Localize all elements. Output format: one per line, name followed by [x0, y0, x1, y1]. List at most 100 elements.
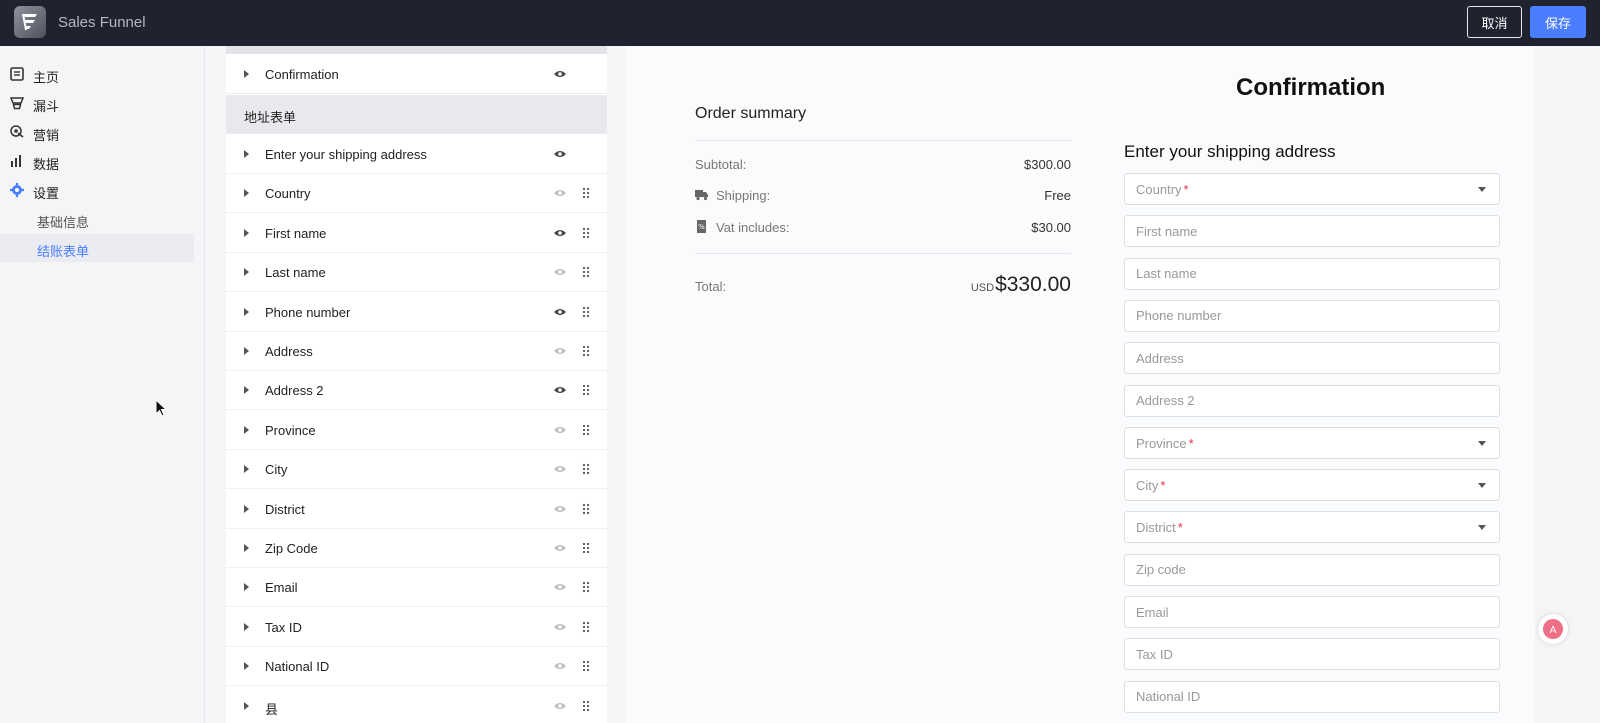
eye-icon[interactable] [553, 69, 567, 79]
eye-icon[interactable] [553, 385, 567, 395]
sidebar: 主页 漏斗 营销 数据 设置 基础信息 结账表单 [0, 46, 205, 723]
chevron-down-icon[interactable] [1478, 440, 1486, 446]
text-input[interactable] [1125, 554, 1499, 585]
select-field[interactable]: Country * [1124, 173, 1500, 205]
required-asterisk: * [1177, 520, 1183, 536]
field-row[interactable]: Province [226, 410, 607, 450]
subtotal-value: $300.00 [1024, 157, 1071, 172]
field-row[interactable]: Tax ID [226, 607, 607, 647]
sidebar-item-home[interactable]: 主页 [0, 60, 200, 88]
caret-right-icon[interactable] [244, 228, 249, 237]
caret-right-icon[interactable] [244, 150, 249, 158]
eye-icon[interactable] [553, 228, 567, 238]
caret-right-icon[interactable] [244, 583, 249, 592]
eye-icon[interactable] [553, 701, 567, 711]
field-row[interactable]: 县 [226, 686, 607, 723]
drag-handle-icon[interactable] [582, 621, 590, 633]
select-field[interactable]: Province * [1124, 426, 1500, 459]
drag-handle-icon[interactable] [582, 266, 590, 278]
text-input[interactable] [1125, 258, 1499, 289]
field-row[interactable]: Phone number [226, 292, 607, 332]
chevron-down-icon[interactable] [1478, 483, 1486, 489]
drag-handle-icon[interactable] [582, 424, 590, 436]
drag-handle-icon[interactable] [582, 306, 590, 318]
drag-handle-icon[interactable] [582, 660, 590, 672]
eye-icon[interactable] [553, 661, 567, 671]
field-row-label: National ID [265, 659, 330, 675]
field-row-label: Country [265, 186, 311, 202]
svg-text:%: % [698, 223, 705, 231]
eye-icon[interactable] [553, 543, 567, 553]
sidebar-item-funnel[interactable]: 漏斗 [0, 89, 200, 117]
field-row-confirmation[interactable]: Confirmation [226, 55, 607, 94]
field-row[interactable]: Address 2 [226, 371, 607, 411]
text-input[interactable] [1125, 216, 1499, 247]
caret-right-icon[interactable] [244, 662, 249, 671]
select-field[interactable]: City * [1124, 469, 1500, 502]
sidebar-item-marketing[interactable]: 营销 [0, 118, 200, 146]
text-input[interactable] [1125, 300, 1499, 331]
select-field[interactable]: District * [1124, 511, 1500, 544]
caret-right-icon[interactable] [244, 425, 249, 434]
drag-handle-icon[interactable] [582, 503, 590, 515]
eye-icon[interactable] [553, 464, 567, 474]
sidebar-subitem-basic-info[interactable]: 基础信息 [0, 205, 194, 233]
eye-icon[interactable] [553, 267, 567, 277]
sidebar-item-data[interactable]: 数据 [0, 147, 200, 175]
text-input[interactable] [1125, 343, 1499, 374]
caret-right-icon[interactable] [244, 504, 249, 513]
drag-handle-icon[interactable] [582, 187, 590, 199]
eye-icon[interactable] [553, 188, 567, 198]
order-summary-title: Order summary [695, 105, 807, 122]
caret-right-icon[interactable] [244, 70, 249, 78]
text-input[interactable] [1125, 385, 1499, 416]
eye-icon[interactable] [553, 149, 567, 159]
caret-right-icon[interactable] [244, 268, 249, 277]
field-row[interactable]: Country [226, 174, 607, 214]
caret-right-icon[interactable] [244, 544, 249, 552]
text-input[interactable] [1125, 681, 1499, 712]
field-row[interactable]: National ID [226, 647, 607, 687]
drag-handle-icon[interactable] [582, 227, 590, 239]
text-input[interactable] [1125, 597, 1499, 627]
eye-icon[interactable] [553, 307, 567, 317]
drag-handle-icon[interactable] [582, 463, 590, 475]
drag-handle-icon[interactable] [582, 384, 590, 396]
drag-handle-icon[interactable] [582, 581, 590, 593]
field-row[interactable]: District [226, 489, 607, 529]
chevron-down-icon[interactable] [1478, 525, 1486, 531]
caret-right-icon[interactable] [244, 701, 249, 710]
caret-right-icon[interactable] [244, 386, 249, 395]
caret-right-icon[interactable] [244, 347, 249, 355]
translate-icon: A [1543, 619, 1563, 639]
eye-icon[interactable] [553, 622, 567, 632]
drag-handle-icon[interactable] [582, 542, 590, 554]
field-row[interactable]: Email [226, 568, 607, 608]
field-row[interactable]: City [226, 450, 607, 490]
drag-handle-icon[interactable] [582, 700, 590, 712]
sidebar-item-settings[interactable]: 设置 [0, 176, 200, 204]
caret-right-icon[interactable] [244, 189, 249, 198]
input-field [1124, 638, 1500, 671]
field-row-label: First name [265, 225, 327, 241]
field-row[interactable]: First name [226, 213, 607, 253]
drag-handle-icon[interactable] [582, 345, 590, 357]
svg-text:A: A [1550, 625, 1557, 636]
caret-right-icon[interactable] [244, 622, 249, 631]
eye-icon[interactable] [553, 425, 567, 435]
eye-icon[interactable] [553, 504, 567, 514]
field-row[interactable]: Last name [226, 253, 607, 293]
save-button[interactable]: 保存 [1530, 6, 1586, 38]
eye-icon[interactable] [553, 582, 567, 592]
cancel-button[interactable]: 取消 [1467, 6, 1522, 38]
field-row[interactable]: Address [226, 332, 607, 371]
field-row[interactable]: Zip Code [226, 529, 607, 568]
translate-fab[interactable]: A [1538, 614, 1568, 644]
chevron-down-icon[interactable] [1478, 187, 1486, 192]
caret-right-icon[interactable] [244, 465, 249, 474]
sidebar-subitem-checkout-form[interactable]: 结账表单 [0, 234, 194, 262]
caret-right-icon[interactable] [244, 307, 249, 316]
field-row[interactable]: Enter your shipping address [226, 135, 607, 174]
eye-icon[interactable] [553, 346, 567, 356]
text-input[interactable] [1125, 639, 1499, 670]
